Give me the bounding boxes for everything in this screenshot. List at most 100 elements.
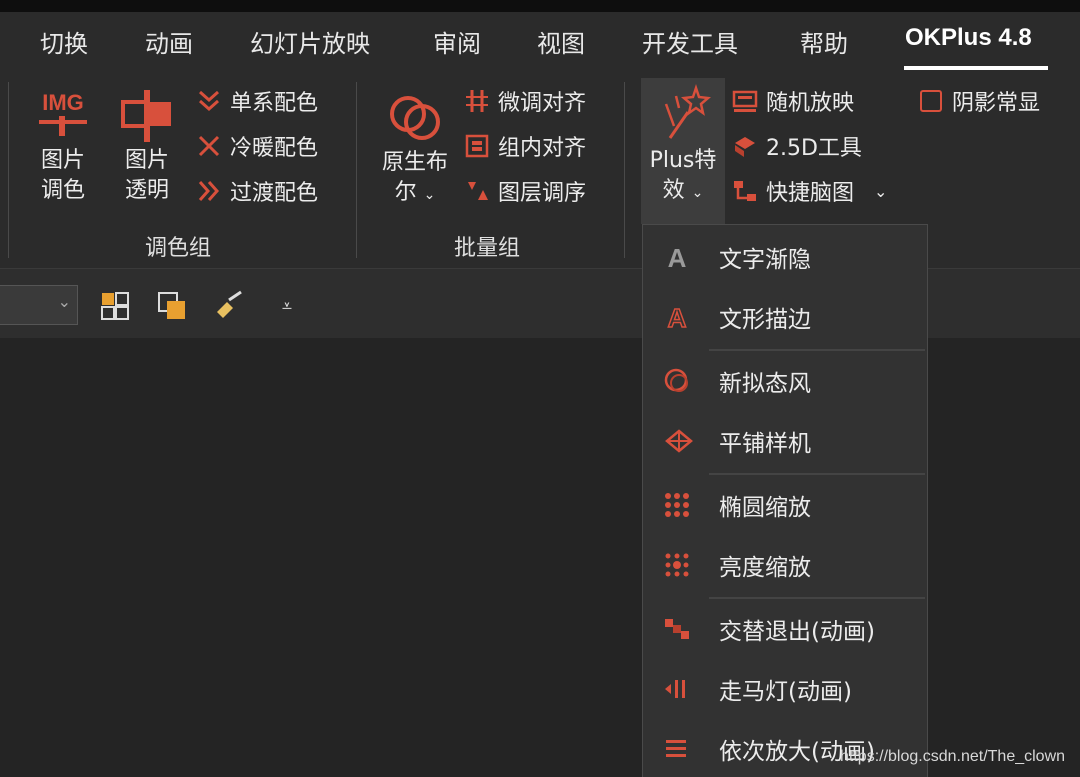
active-tab-indicator: [904, 66, 1048, 70]
chevron-down-icon[interactable]: ⌄: [874, 182, 887, 201]
tile-mockup-icon: [663, 427, 711, 455]
image-adjust-label-2: 调色: [40, 178, 85, 203]
warm-cool-button[interactable]: 冷暖配色: [196, 129, 318, 163]
group-align-icon: [464, 133, 490, 159]
menu-separator: [709, 597, 925, 599]
checkbox-icon: [918, 88, 944, 114]
menu-item-brightness-zoom[interactable]: 亮度缩放: [643, 537, 927, 593]
image-adjust-label-1: 图片: [40, 148, 85, 173]
text-outline-icon: A: [663, 303, 711, 331]
sequential-zoom-icon: [663, 735, 711, 763]
boolean-circles-icon: [374, 86, 456, 148]
menu-item-ellipse-zoom[interactable]: 椭圆缩放: [643, 477, 927, 533]
menu-item-neumorphism[interactable]: 新拟态风: [643, 353, 927, 409]
menu-item-marquee[interactable]: 走马灯(动画): [643, 661, 927, 717]
fine-align-icon: [464, 88, 490, 114]
image-adjust-button[interactable]: IMG 图片 调色: [30, 86, 96, 206]
ellipse-zoom-icon: [663, 491, 711, 519]
neumorphism-icon: [663, 367, 711, 395]
tab-animations[interactable]: 动画: [145, 24, 193, 59]
fine-align-button[interactable]: 微调对齐: [464, 84, 586, 118]
text-outline-glyph: A: [668, 303, 687, 331]
tab-transitions[interactable]: 切换: [40, 24, 88, 59]
tab-okplus[interactable]: OKPlus 4.8: [905, 24, 1032, 52]
ribbon-tab-bar: 切换 动画 幻灯片放映 审阅 视图 开发工具 帮助 OKPlus 4.8: [0, 12, 1080, 78]
chevron-down-icon: ⌄: [691, 185, 704, 201]
menu-item-alternate-exit[interactable]: 交替退出(动画): [643, 601, 927, 657]
cross-icon: [196, 133, 222, 159]
format-painter-icon[interactable]: [212, 289, 246, 323]
menu-item-text-outline[interactable]: A 文形描边: [643, 289, 927, 345]
brightness-zoom-icon: [663, 551, 711, 579]
plus-effects-label-2-text: 效: [662, 178, 685, 203]
tab-view[interactable]: 视图: [537, 24, 585, 59]
group-separator: [8, 82, 9, 258]
group-separator: [624, 82, 625, 258]
mindmap-icon: [732, 178, 758, 204]
group-align-label: 组内对齐: [498, 136, 587, 161]
quick-mindmap-label: 快捷脑图: [766, 181, 855, 206]
plus-effects-label-2: 效 ⌄: [641, 176, 725, 208]
plus-effects-button[interactable]: Plus特 效 ⌄: [641, 78, 725, 224]
font-size-dropdown[interactable]: ⌄: [0, 285, 78, 325]
group-align-button[interactable]: 组内对齐: [464, 129, 586, 163]
image-transparent-button[interactable]: 图片 透明: [114, 86, 180, 206]
tool-25d-button[interactable]: 2.5D工具: [732, 129, 862, 163]
text-fade-icon: A: [663, 243, 711, 271]
native-boolean-button[interactable]: 原生布 尔 ⌄: [374, 86, 456, 210]
tab-slideshow[interactable]: 幻灯片放映: [250, 24, 370, 59]
group-objects-icon[interactable]: [98, 289, 132, 323]
plus-effects-label-1: Plus特: [649, 148, 717, 173]
plus-effects-menu: A 文字渐隐 A 文形描边 新拟态风 平铺样机 椭圆缩放 亮度缩放 交替退出(动…: [642, 224, 928, 777]
single-color-label: 单系配色: [230, 91, 319, 116]
group-separator: [356, 82, 357, 258]
warm-cool-label: 冷暖配色: [230, 136, 319, 161]
watermark-text: https://blog.csdn.net/The_clown: [840, 748, 1066, 765]
img-icon: IMG: [30, 86, 96, 146]
arrange-layers-icon[interactable]: [155, 289, 189, 323]
random-show-button[interactable]: 随机放映: [732, 84, 854, 118]
transition-color-label: 过渡配色: [230, 181, 319, 206]
double-chevron-right-icon: [196, 178, 222, 204]
chevron-down-icon: ⌄: [423, 187, 436, 203]
image-transparent-label-1: 图片: [124, 148, 169, 173]
magic-wand-sparkle-icon: [641, 84, 725, 146]
layer-order-icon: [464, 178, 490, 204]
menu-item-label: 文形描边: [719, 307, 811, 333]
menu-item-text-fade[interactable]: A 文字渐隐: [643, 229, 927, 285]
tab-review[interactable]: 审阅: [433, 24, 481, 59]
slideshow-icon: [732, 88, 758, 114]
customize-toolbar-icon[interactable]: ⩡: [270, 289, 304, 323]
quick-mindmap-button[interactable]: 快捷脑图 ⌄: [732, 174, 887, 208]
menu-item-label: 交替退出(动画): [719, 619, 875, 645]
double-chevron-down-icon: [196, 88, 222, 114]
image-transparent-icon: [114, 86, 180, 146]
marquee-icon: [663, 675, 711, 703]
native-boolean-label-2: 尔 ⌄: [374, 178, 456, 210]
fine-align-label: 微调对齐: [498, 91, 587, 116]
shadow-always-checkbox[interactable]: 阴影常显: [918, 84, 1040, 118]
menu-item-label: 走马灯(动画): [719, 679, 852, 705]
plus-effects-inner: Plus特 效 ⌄: [641, 84, 725, 208]
menu-item-label: 椭圆缩放: [719, 495, 811, 521]
tab-developer[interactable]: 开发工具: [642, 24, 738, 59]
menu-item-label: 平铺样机: [719, 431, 811, 457]
layer-order-label: 图层调序: [498, 181, 587, 206]
cube-25d-icon: [732, 133, 758, 159]
menu-item-tile-mockup[interactable]: 平铺样机: [643, 413, 927, 469]
menu-item-label: 文字渐隐: [719, 247, 811, 273]
tab-help[interactable]: 帮助: [800, 24, 848, 59]
img-icon-text: IMG: [42, 90, 84, 115]
alternate-exit-icon: [663, 615, 711, 643]
menu-item-label: 新拟态风: [719, 371, 811, 397]
single-color-button[interactable]: 单系配色: [196, 84, 318, 118]
transition-color-button[interactable]: 过渡配色: [196, 174, 318, 208]
image-transparent-label-2: 透明: [124, 178, 169, 203]
native-boolean-label-1: 原生布: [381, 150, 448, 175]
native-boolean-label-2-text: 尔: [394, 180, 417, 205]
menu-item-label: 亮度缩放: [719, 555, 811, 581]
layer-order-button[interactable]: 图层调序: [464, 174, 586, 208]
color-group-label: 调色组: [145, 236, 212, 261]
window-top-strip: [0, 0, 1080, 12]
tool-25d-label: 2.5D工具: [766, 136, 862, 161]
